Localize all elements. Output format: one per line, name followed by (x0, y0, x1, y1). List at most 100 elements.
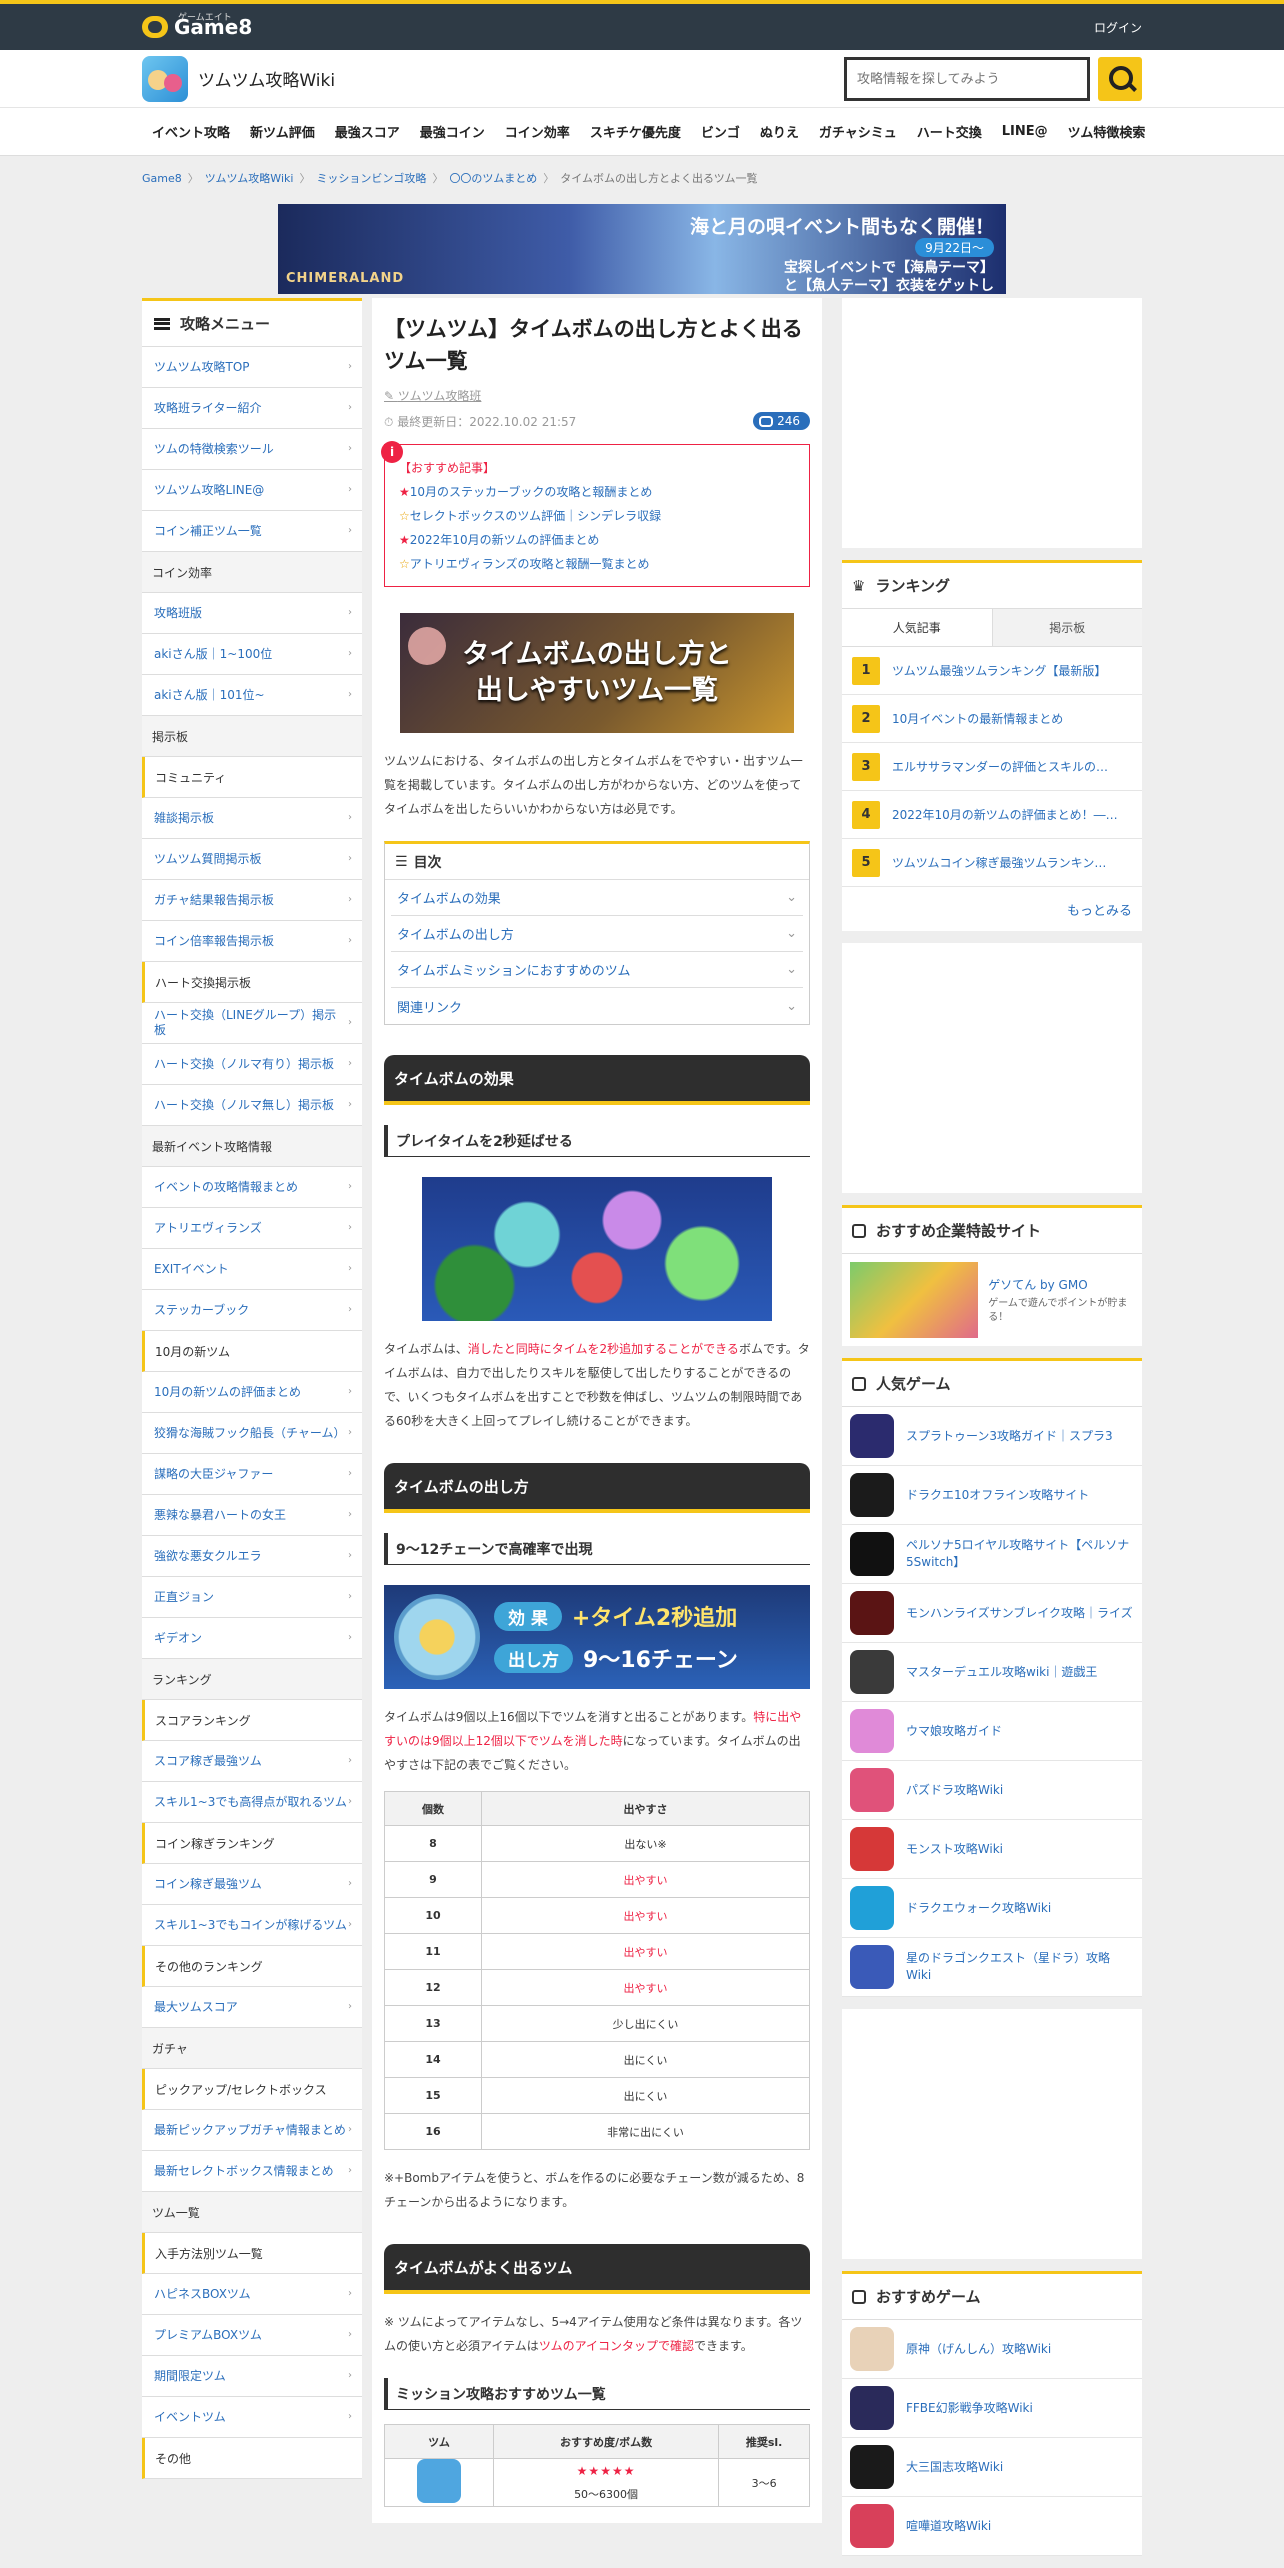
breadcrumb-link[interactable]: Game8 (142, 172, 182, 185)
search-input[interactable] (844, 56, 1090, 101)
toc-item[interactable]: タイムボムミッションにおすすめのツム ⌄ (391, 952, 803, 988)
sidebar-item[interactable]: 期間限定ツム › (142, 2356, 362, 2397)
nav-item[interactable]: ガチャシミュ (809, 122, 907, 141)
sidebar-item[interactable]: イベントの攻略情報まとめ › (142, 1167, 362, 1208)
author-link[interactable]: ✎ ツムツム攻略班 (384, 387, 810, 404)
sidebar-item[interactable]: 攻略班版 › (142, 593, 362, 634)
game-item[interactable]: パズドラ攻略Wiki (842, 1761, 1142, 1820)
sidebar-item-label: ハピネスBOXツム (154, 2286, 251, 2301)
breadcrumb-link[interactable]: ミッションビンゴ攻略 (316, 170, 426, 186)
nav-item[interactable]: イベント攻略 (142, 122, 240, 141)
toc-item[interactable]: タイムボムの出し方 ⌄ (391, 916, 803, 952)
sidebar-item[interactable]: ハート交換（ノルマ有り）掲示板 › (142, 1044, 362, 1085)
sidebar-item[interactable]: 攻略班ライター紹介 › (142, 388, 362, 429)
sidebar-item[interactable]: 強欲な悪女クルエラ › (142, 1536, 362, 1577)
recommended-link[interactable]: ☆アトリエヴィランズの攻略と報酬一覧まとめ (399, 552, 795, 576)
sidebar-item[interactable]: 最新ピックアップガチャ情報まとめ › (142, 2110, 362, 2151)
sidebar-item[interactable]: 最大ツムスコア › (142, 1987, 362, 2028)
recommended-link[interactable]: ★2022年10月の新ツムの評価まとめ (399, 528, 795, 552)
ranking-item[interactable]: 3 エルササラマンダーの評価とスキルの… (842, 743, 1142, 791)
sponsor-item[interactable]: ゲソてん by GMO ゲームで遊んでポイントが貯まる！ (842, 1254, 1142, 1346)
ranking-item[interactable]: 2 10月イベントの最新情報まとめ (842, 695, 1142, 743)
sidebar-item[interactable]: アトリエヴィランズ › (142, 1208, 362, 1249)
game-item[interactable]: ドラクエ10オフライン攻略サイト (842, 1466, 1142, 1525)
sidebar-item[interactable]: ツムツム質問掲示板 › (142, 839, 362, 880)
sidebar-item[interactable]: スコア稼ぎ最強ツム › (142, 1741, 362, 1782)
nav-item[interactable]: ぬりえ (750, 122, 809, 141)
sidebar-item[interactable]: ツムツム攻略LINE@ › (142, 470, 362, 511)
chevron-down-icon: ⌄ (786, 962, 797, 977)
toc-item[interactable]: 関連リンク ⌄ (391, 988, 803, 1024)
nav-item[interactable]: 最強コイン (410, 122, 495, 141)
game-item[interactable]: ペルソナ5ロイヤル攻略サイト【ペルソナ5Switch】 (842, 1525, 1142, 1584)
sidebar-item[interactable]: ハピネスBOXツム › (142, 2274, 362, 2315)
sidebar-item[interactable]: ツムツム攻略TOP › (142, 347, 362, 388)
nav-item[interactable]: ビンゴ (691, 122, 750, 141)
ad-banner[interactable]: CHIMERALAND 海と月の唄イベント間もなく開催！ 9月22日〜 宝探しイ… (278, 204, 1006, 294)
sidebar-item[interactable]: akiさん版｜101位~ › (142, 675, 362, 716)
nav-item[interactable]: コイン効率 (495, 122, 580, 141)
nav-item[interactable]: ハート交換 (907, 122, 992, 141)
sidebar-item[interactable]: ツムの特徴検索ツール › (142, 429, 362, 470)
sidebar-item[interactable]: コイン稼ぎ最強ツム › (142, 1864, 362, 1905)
sidebar-item[interactable]: ハート交換（ノルマ無し）掲示板 › (142, 1085, 362, 1126)
sidebar-item[interactable]: スキル1~3でも高得点が取れるツム › (142, 1782, 362, 1823)
sidebar-item[interactable]: 正直ジョン › (142, 1577, 362, 1618)
tsum-note-link[interactable]: ツムのアイコンタップで確認 (539, 2339, 694, 2353)
sidebar-item[interactable]: akiさん版｜1~100位 › (142, 634, 362, 675)
game-item[interactable]: 原神（げんしん）攻略Wiki (842, 2320, 1142, 2379)
game-item-label: パズドラ攻略Wiki (906, 1782, 1004, 1797)
ranking-item[interactable]: 1 ツムツム最強ツムランキング【最新版】 (842, 647, 1142, 695)
sidebar-item[interactable]: コイン補正ツム一覧 › (142, 511, 362, 552)
menu-title: 攻略メニュー (142, 301, 362, 347)
more-link[interactable]: もっとみる (842, 887, 1142, 931)
sidebar-item[interactable]: ハート交換（LINEグループ）掲示板 › (142, 1003, 362, 1044)
game-item[interactable]: モンスト攻略Wiki (842, 1820, 1142, 1879)
game-item[interactable]: 喧嘩道攻略Wiki (842, 2497, 1142, 2556)
tab-popular-articles[interactable]: 人気記事 (842, 609, 993, 647)
nav-item[interactable]: 最強スコア (325, 122, 410, 141)
sidebar-item[interactable]: 最新セレクトボックス情報まとめ › (142, 2151, 362, 2192)
sidebar-item[interactable]: 10月の新ツムの評価まとめ › (142, 1372, 362, 1413)
sidebar-item[interactable]: 雑談掲示板 › (142, 798, 362, 839)
sidebar-item[interactable]: EXITイベント › (142, 1249, 362, 1290)
game8-logo[interactable]: ゲームエイト Game8 (142, 13, 252, 39)
sidebar-item[interactable]: 悪辣な暴君ハートの女王 › (142, 1495, 362, 1536)
sidebar-item[interactable]: イベントツム › (142, 2397, 362, 2438)
nav-item[interactable]: LINE@ (992, 124, 1058, 139)
search-button[interactable] (1098, 56, 1142, 101)
breadcrumb-link[interactable]: ツムツム攻略Wiki (205, 170, 294, 186)
game-item[interactable]: ドラクエウォーク攻略Wiki (842, 1879, 1142, 1938)
nav-item[interactable]: ツム特徴検索 (1058, 122, 1156, 141)
game-item[interactable]: 星のドラゴンクエスト（星ドラ）攻略Wiki (842, 1938, 1142, 1997)
breadcrumb-link[interactable]: 〇〇のツムまとめ (449, 170, 537, 186)
recommended-link[interactable]: ☆セレクトボックスのツム評価｜シンデレラ収録 (399, 504, 795, 528)
ranking-item[interactable]: 5 ツムツムコイン稼ぎ最強ツムランキン… (842, 839, 1142, 887)
ranking-item[interactable]: 4 2022年10月の新ツムの評価まとめ！―… (842, 791, 1142, 839)
sidebar-item-label: 期間限定ツム (154, 2368, 226, 2383)
toc-item[interactable]: タイムボムの効果 ⌄ (391, 880, 803, 916)
sidebar-item[interactable]: スキル1~3でもコインが稼げるツム › (142, 1905, 362, 1946)
recommended-link[interactable]: ★10月のステッカーブックの攻略と報酬まとめ (399, 480, 795, 504)
comment-count-button[interactable]: 246 (753, 412, 810, 430)
sidebar-item[interactable]: 謀略の大臣ジャファー › (142, 1454, 362, 1495)
game-item[interactable]: 大三国志攻略Wiki (842, 2438, 1142, 2497)
tab-forum[interactable]: 掲示板 (992, 609, 1142, 647)
game-item[interactable]: ウマ娘攻略ガイド (842, 1702, 1142, 1761)
sidebar-item[interactable]: プレミアムBOXツム › (142, 2315, 362, 2356)
game-item[interactable]: マスターデュエル攻略wiki｜遊戯王 (842, 1643, 1142, 1702)
nav-item[interactable]: スキチケ優先度 (580, 122, 691, 141)
sidebar-item[interactable]: ギデオン › (142, 1618, 362, 1659)
recommended-text: 10月のステッカーブックの攻略と報酬まとめ (409, 485, 653, 499)
tsum-icon[interactable] (416, 2459, 461, 2503)
login-link[interactable]: ログイン (1094, 19, 1142, 36)
nav-item[interactable]: 新ツム評価 (240, 122, 325, 141)
site-title-link[interactable]: ツムツム攻略Wiki (142, 55, 335, 102)
sidebar-item[interactable]: コイン倍率報告掲示板 › (142, 921, 362, 962)
game-item[interactable]: スプラトゥーン3攻略ガイド｜スプラ3 (842, 1407, 1142, 1466)
game-item[interactable]: モンハンライズサンブレイク攻略｜ライズ (842, 1584, 1142, 1643)
sidebar-item[interactable]: ステッカーブック › (142, 1290, 362, 1331)
game-item[interactable]: FFBE幻影戦争攻略Wiki (842, 2379, 1142, 2438)
sidebar-item[interactable]: 狡猾な海賊フック船長（チャーム） › (142, 1413, 362, 1454)
sidebar-item[interactable]: ガチャ結果報告掲示板 › (142, 880, 362, 921)
